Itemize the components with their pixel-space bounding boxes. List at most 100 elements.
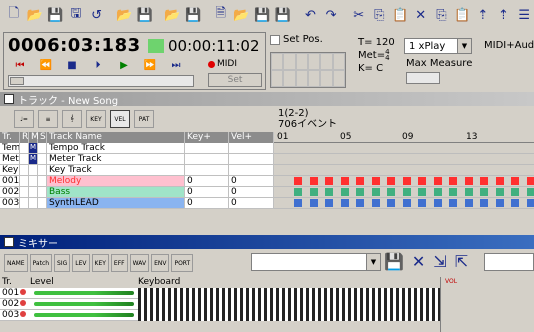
tempo-info[interactable]: T= 120 Met=4 4 K= C — [358, 36, 395, 75]
save-all-icon[interactable]: 💾 — [273, 5, 293, 25]
position-memory-grid[interactable] — [270, 52, 346, 88]
tempo-button[interactable]: ♩= — [14, 110, 34, 128]
measure-cell[interactable] — [418, 177, 426, 185]
measure-cell[interactable] — [511, 188, 519, 196]
close-icon[interactable]: ✕ — [412, 252, 425, 271]
measure-cell[interactable] — [387, 188, 395, 196]
measure-grid-row[interactable] — [274, 154, 534, 165]
measure-cell[interactable] — [480, 177, 488, 185]
table-row[interactable]: 002 Bass 0 0 — [0, 187, 274, 198]
play-icon[interactable]: ▶ — [114, 59, 134, 71]
fast-forward-icon[interactable]: ⏩ — [140, 59, 160, 71]
measure-cell[interactable] — [371, 199, 380, 207]
mute-led-icon[interactable] — [20, 289, 26, 295]
measure-grid-row[interactable] — [274, 198, 534, 209]
measure-cell[interactable] — [294, 199, 302, 207]
paste-insert-icon[interactable]: 📋 — [452, 5, 472, 25]
key-button[interactable]: KEY — [91, 254, 109, 272]
copy-icon[interactable]: ⎘ — [370, 5, 390, 25]
measure-cell[interactable] — [433, 199, 442, 207]
measure-cell[interactable] — [418, 199, 426, 207]
measure-cell[interactable] — [309, 199, 318, 207]
env-button[interactable]: ENV — [151, 254, 170, 272]
measure-cell[interactable] — [449, 199, 457, 207]
set-pos-checkbox[interactable] — [270, 34, 280, 45]
rewind-start-icon[interactable]: ⏮ — [10, 59, 30, 71]
measure-cell[interactable] — [495, 199, 504, 207]
set-button[interactable]: Set — [208, 73, 262, 87]
document-icon[interactable]: 🗎 — [211, 5, 231, 25]
measure-cell[interactable] — [526, 188, 534, 196]
measure-cell[interactable] — [511, 199, 519, 207]
measure-cell[interactable] — [294, 177, 302, 185]
collapse-icon[interactable]: ⇲ — [433, 252, 446, 271]
pause-play-icon[interactable]: ⏵ — [88, 59, 108, 71]
lev-button[interactable]: LEV — [72, 254, 90, 272]
velocity-icon[interactable]: ⇡ — [494, 5, 514, 25]
measure-cell[interactable] — [480, 199, 488, 207]
mixer-window-titlebar[interactable]: ミキサー — [0, 235, 534, 250]
name-button[interactable]: NAME — [4, 254, 28, 272]
paste-icon[interactable]: 📋 — [390, 5, 410, 25]
midi-record-button[interactable]: MIDI — [208, 57, 262, 71]
clef-icon[interactable]: 𝄞 — [62, 110, 82, 128]
measure-cell[interactable] — [387, 177, 395, 185]
insert-icon[interactable]: ⎘ — [432, 5, 452, 25]
max-measure-scrollbar[interactable] — [406, 72, 440, 84]
mixer-preset-select[interactable]: ▼ — [251, 253, 381, 271]
open-song-icon[interactable]: 📂 — [114, 5, 134, 25]
rewind-icon[interactable]: ⏪ — [36, 59, 56, 71]
measure-cell[interactable] — [464, 199, 473, 207]
measure-cell[interactable] — [402, 199, 411, 207]
table-row[interactable]: 001 Melody 0 0 — [0, 176, 274, 187]
new-icon[interactable]: 🗋 — [4, 5, 24, 25]
revert-icon[interactable]: ↺ — [87, 5, 107, 25]
undo-icon[interactable]: ↶ — [301, 5, 321, 25]
key-button[interactable]: KEY — [86, 110, 106, 128]
measure-cell[interactable] — [325, 188, 333, 196]
measure-cell[interactable] — [480, 188, 488, 196]
measure-cell[interactable] — [449, 188, 457, 196]
measure-grid[interactable]: 01 05 09 13 — [274, 132, 534, 235]
measure-cell[interactable] — [309, 188, 318, 196]
redo-icon[interactable]: ↷ — [321, 5, 341, 25]
level-meter[interactable] — [30, 300, 138, 308]
measure-cell[interactable] — [309, 177, 318, 185]
measure-cell[interactable] — [495, 177, 504, 185]
measure-cell[interactable] — [449, 177, 457, 185]
measure-cell[interactable] — [433, 188, 442, 196]
track-window-titlebar[interactable]: トラック - New Song — [0, 92, 534, 107]
measure-cell[interactable] — [356, 177, 364, 185]
table-row[interactable]: Met M Meter Track — [0, 154, 274, 165]
vel-key-button[interactable]: VEL — [110, 110, 130, 128]
level-meter[interactable] — [30, 289, 138, 297]
save-doc-icon[interactable]: 💾 — [252, 5, 272, 25]
open-icon[interactable]: 📂 — [25, 5, 45, 25]
save-song-icon[interactable]: 💾 — [135, 5, 155, 25]
open-file-icon[interactable]: 📂 — [163, 5, 183, 25]
save-as-icon[interactable]: 🖫 — [66, 5, 86, 25]
port-button[interactable]: PORT — [171, 254, 194, 272]
measure-cell[interactable] — [526, 199, 534, 207]
measure-cell[interactable] — [371, 188, 380, 196]
measure-cell[interactable] — [340, 188, 349, 196]
list-icon[interactable]: ☰ — [514, 5, 534, 25]
measure-grid-row[interactable] — [274, 176, 534, 187]
measure-cell[interactable] — [464, 177, 473, 185]
patch-button[interactable]: PAT — [134, 110, 154, 128]
patch-button[interactable]: Patch — [29, 254, 53, 272]
meter-button[interactable]: ≡ — [38, 110, 58, 128]
measure-cell[interactable] — [356, 188, 364, 196]
sig-button[interactable]: SIG — [54, 254, 71, 272]
delete-icon[interactable]: ✕ — [411, 5, 431, 25]
measure-cell[interactable] — [356, 199, 364, 207]
measure-cell[interactable] — [402, 177, 411, 185]
transport-scrollbar[interactable] — [8, 75, 194, 87]
measure-cell[interactable] — [340, 177, 349, 185]
open-doc-icon[interactable]: 📂 — [232, 5, 252, 25]
wav-button[interactable]: WAV — [129, 254, 150, 272]
measure-cell[interactable] — [325, 199, 333, 207]
table-row[interactable]: Tem M Tempo Track — [0, 143, 274, 154]
eff-button[interactable]: EFF — [110, 254, 128, 272]
mute-led-icon[interactable] — [20, 311, 26, 317]
